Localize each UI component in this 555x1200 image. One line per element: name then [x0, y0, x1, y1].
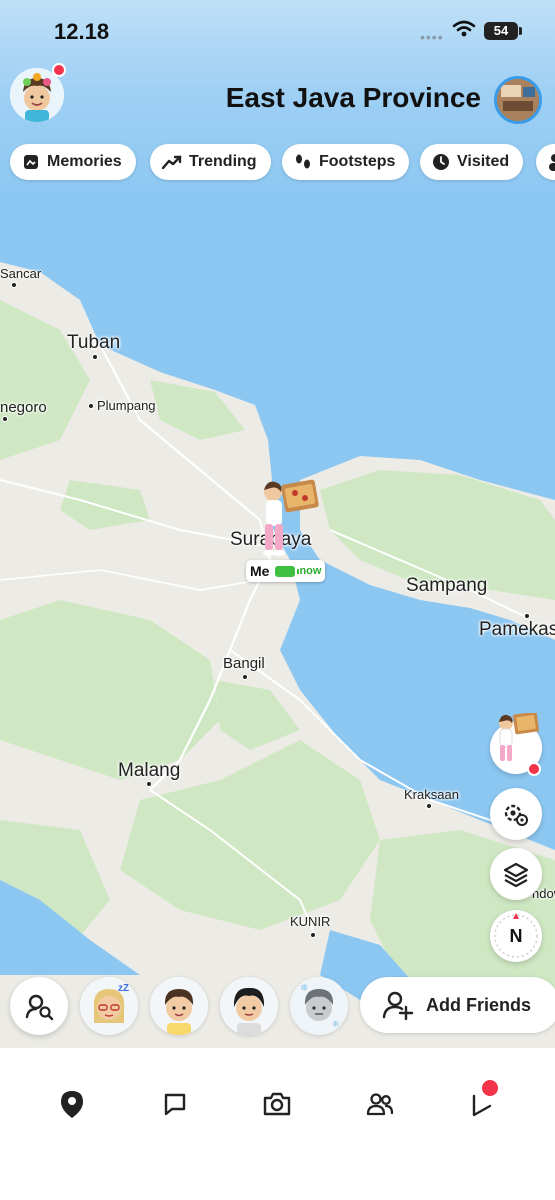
chip-memories[interactable]: Memories: [10, 144, 136, 180]
footsteps-icon: [296, 154, 310, 169]
city-dot: [92, 354, 98, 360]
battery-indicator: 54: [484, 22, 518, 40]
me-location-tag[interactable]: Me now: [246, 560, 326, 582]
city-dot: [242, 674, 248, 680]
chip-memories-label: Memories: [47, 153, 122, 170]
add-friends-label: Add Friends: [426, 994, 532, 1015]
me-label: Me: [250, 563, 270, 579]
city-dot: [2, 416, 8, 422]
friend-avatar[interactable]: zZ: [80, 977, 138, 1035]
svg-text:❄: ❄: [300, 983, 308, 994]
svg-text:❄: ❄: [332, 1019, 340, 1029]
map-pin-icon: [61, 1091, 83, 1118]
page-title: East Java Province: [225, 82, 481, 113]
chip-footsteps[interactable]: Footsteps: [282, 144, 410, 180]
camera-icon: [263, 1092, 291, 1116]
profile-notification-dot: [52, 63, 66, 77]
memories-icon: [24, 155, 38, 169]
friend-search-button[interactable]: [10, 977, 68, 1035]
friend-avatar[interactable]: ❄ ❄: [290, 977, 348, 1035]
filter-chips: Memories Trending Footsteps Visited: [10, 144, 555, 180]
add-friends-button[interactable]: Add Friends: [360, 977, 555, 1033]
friend-avatar[interactable]: [150, 977, 208, 1035]
city-dot: [11, 282, 17, 288]
layers-icon: [503, 862, 529, 888]
compass-label: N: [509, 925, 523, 946]
bitmoji-notification-dot: [527, 762, 541, 776]
map-settings-button[interactable]: [490, 788, 542, 840]
chat-icon: [164, 1093, 186, 1116]
map-label-malang: Malang: [118, 760, 181, 781]
chip-more[interactable]: [536, 144, 555, 180]
map-label-sampang: Sampang: [406, 575, 488, 596]
svg-text:zZ: zZ: [118, 983, 129, 994]
friend-avatar[interactable]: [220, 977, 278, 1035]
nav-stories[interactable]: [360, 1084, 400, 1124]
nav-map[interactable]: [52, 1084, 92, 1124]
place-thumbnail[interactable]: [494, 76, 542, 124]
city-dot: [310, 932, 316, 938]
map-label-plumpang: Plumpang: [97, 398, 156, 413]
chip-trending-label: Trending: [189, 153, 257, 170]
map-label-tuban: Tuban: [67, 332, 121, 353]
map-label-kraksaan: Kraksaan: [404, 787, 459, 802]
map-label-pamekas: Pamekas: [479, 619, 555, 640]
bottom-navigation: [0, 1048, 555, 1200]
map-label-kunir: KUNIR: [290, 914, 331, 929]
search-friends-icon: [25, 994, 54, 1021]
map-label-negoro: negoro: [0, 399, 47, 416]
city-dot: [88, 403, 94, 409]
visited-icon: [433, 154, 449, 170]
me-status: now: [299, 565, 322, 577]
battery-tip: [519, 27, 522, 35]
nav-chat[interactable]: [155, 1084, 195, 1124]
wifi-icon: [452, 20, 476, 37]
map-layers-button[interactable]: [490, 848, 542, 900]
chip-visited[interactable]: Visited: [420, 144, 524, 180]
bitmoji-me-marker[interactable]: [255, 478, 325, 560]
status-bar: 12.18 •••• 54: [0, 0, 555, 60]
signal-icon: ••••: [420, 29, 444, 45]
status-time: 12.18: [54, 19, 110, 44]
nav-camera[interactable]: [257, 1084, 297, 1124]
gear-icon: [504, 804, 528, 826]
map-label-sancar: Sancar: [0, 266, 42, 281]
people-icon: [549, 154, 555, 171]
add-user-icon: [382, 991, 414, 1021]
spotlight-notification-dot: [480, 1078, 500, 1098]
chip-visited-label: Visited: [457, 153, 510, 170]
compass-button[interactable]: N: [490, 910, 542, 962]
map-label-bangil: Bangil: [223, 655, 265, 672]
battery-icon: [275, 565, 300, 577]
city-dot: [146, 781, 152, 787]
chip-trending[interactable]: Trending: [150, 144, 271, 180]
chip-footsteps-label: Footsteps: [319, 153, 396, 170]
city-dot: [426, 803, 432, 809]
friends-icon: [366, 1093, 394, 1116]
trending-icon: [162, 155, 182, 170]
